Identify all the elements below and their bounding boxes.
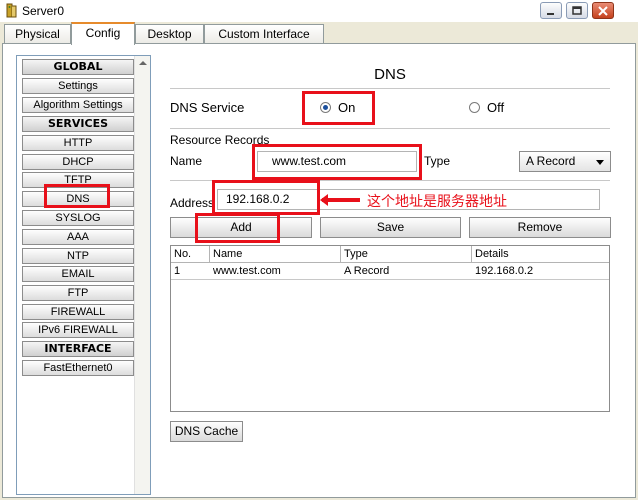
save-button[interactable]: Save [320,217,461,238]
column-header-name[interactable]: Name [210,246,341,262]
sidebar-item-email[interactable]: EMAIL [22,266,134,282]
sidebar-item-ntp[interactable]: NTP [22,248,134,264]
sidebar-item-syslog[interactable]: SYSLOG [22,210,134,226]
column-header-no[interactable]: No. [171,246,210,262]
resource-records-label: Resource Records [170,133,270,147]
remove-button[interactable]: Remove [469,217,611,238]
address-label: Address [170,196,215,210]
dns-cache-button[interactable]: DNS Cache [170,421,243,442]
add-button[interactable]: Add [170,217,312,238]
sidebar-item-fastethernet0[interactable]: FastEthernet0 [22,360,134,376]
header-divider [171,262,609,263]
server-icon [4,3,18,18]
sidebar-item-algorithm-settings[interactable]: Algorithm Settings [22,97,134,113]
chevron-down-icon [596,160,604,165]
type-label: Type [424,154,451,168]
type-select-value: A Record [526,154,576,168]
dns-on-radio[interactable] [320,102,331,113]
minimize-icon [547,13,554,15]
type-select[interactable]: A Record [519,151,611,172]
tab-desktop[interactable]: Desktop [135,24,204,43]
sidebar-header-interface: INTERFACE [22,341,134,357]
window-title: Server0 [22,4,65,18]
annotation-arrow-icon [320,194,360,206]
table-cell[interactable]: www.test.com [210,264,341,279]
minimize-button[interactable] [540,2,562,19]
divider [170,180,610,181]
sidebar-item-dhcp[interactable]: DHCP [22,154,134,170]
column-header-details[interactable]: Details [472,246,609,262]
divider [170,88,610,89]
maximize-icon [572,6,582,15]
tab-custom-interface[interactable]: Custom Interface [204,24,324,43]
tab-physical[interactable]: Physical [4,24,71,43]
sidebar-item-settings[interactable]: Settings [22,78,134,94]
close-icon [598,6,608,16]
annotation-text: 这个地址是服务器地址 [367,194,507,210]
title-bar: Server0 [0,0,638,22]
dns-off-radio[interactable] [469,102,480,113]
row-divider [171,279,609,280]
dns-on-label[interactable]: On [338,100,355,115]
dns-off-label[interactable]: Off [487,100,504,115]
sidebar-header-global: GLOBAL [22,59,134,75]
name-field[interactable]: www.test.com [257,151,417,172]
sidebar-item-firewall[interactable]: FIREWALL [22,304,134,320]
name-label: Name [170,154,203,168]
table-cell[interactable]: A Record [341,264,472,279]
column-header-type[interactable]: Type [341,246,472,262]
sidebar-item-aaa[interactable]: AAA [22,229,134,245]
divider [170,128,610,129]
sidebar-item-dns[interactable]: DNS [22,191,134,207]
sidebar-scrollbar[interactable] [134,56,150,494]
sidebar: GLOBAL Settings Algorithm Settings SERVI… [16,55,151,495]
dns-service-label: DNS Service [170,100,245,115]
maximize-button[interactable] [566,2,588,19]
sidebar-item-ipv6-firewall[interactable]: IPv6 FIREWALL [22,322,134,338]
sidebar-item-http[interactable]: HTTP [22,135,134,151]
tab-bar: Physical Config Desktop Custom Interface [0,22,638,45]
sidebar-item-tftp[interactable]: TFTP [22,172,134,188]
table-cell[interactable]: 192.168.0.2 [472,264,609,279]
sidebar-header-services: SERVICES [22,116,134,132]
close-button[interactable] [592,2,614,19]
scroll-up-icon [139,61,147,65]
table-cell[interactable]: 1 [171,264,210,279]
records-table: No. Name Type Details 1 www.test.com A R… [170,245,610,412]
sidebar-item-ftp[interactable]: FTP [22,285,134,301]
page-title: DNS [374,66,406,83]
tab-config[interactable]: Config [71,22,135,45]
